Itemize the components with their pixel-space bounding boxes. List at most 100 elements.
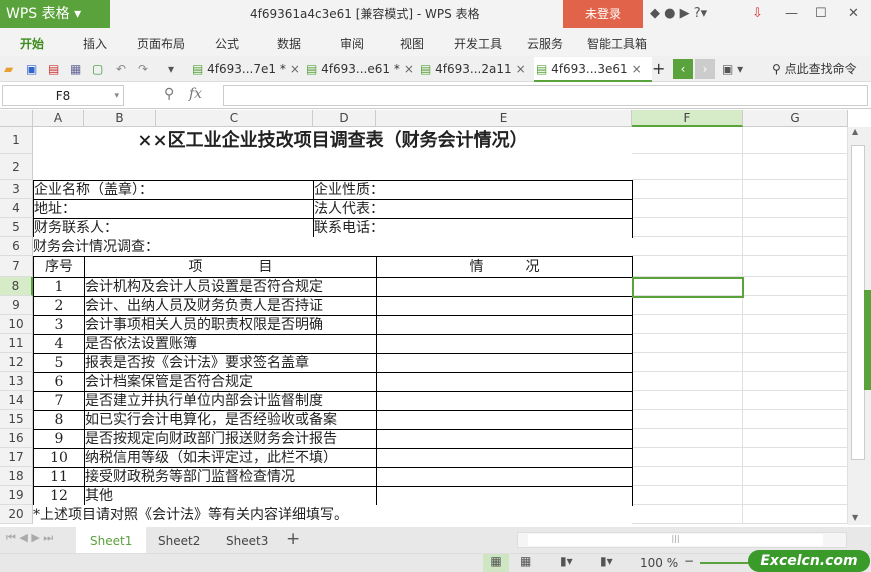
select-all-corner[interactable]	[0, 110, 33, 127]
row-header-6[interactable]: 6	[0, 237, 33, 256]
row-header-16[interactable]: 16	[0, 429, 33, 448]
menu-5[interactable]: 审阅	[340, 28, 364, 56]
header-no[interactable]: 序号	[33, 256, 85, 278]
column-header-C[interactable]: C	[156, 110, 313, 127]
item-text[interactable]: 是否依法设置账簿	[84, 334, 377, 354]
close-button[interactable]: ✕	[848, 0, 859, 28]
item-no[interactable]: 8	[33, 410, 85, 430]
item-status[interactable]	[376, 277, 633, 297]
row-header-3[interactable]: 3	[0, 180, 33, 199]
row-header-12[interactable]: 12	[0, 353, 33, 372]
fx-icon[interactable]: fx	[189, 86, 202, 102]
row-header-17[interactable]: 17	[0, 448, 33, 467]
row-header-11[interactable]: 11	[0, 334, 33, 353]
row-header-8[interactable]: 8	[0, 277, 33, 296]
item-no[interactable]: 5	[33, 353, 85, 373]
menu-2[interactable]: 页面布局	[137, 28, 185, 56]
menu-8[interactable]: 云服务	[527, 28, 563, 56]
item-text[interactable]: 接受财政税务等部门监督检查情况	[84, 467, 377, 487]
doc-tab[interactable]: ▤ 4f693...3e61 ×	[534, 57, 652, 82]
item-status[interactable]	[376, 429, 633, 449]
login-button[interactable]: 未登录	[563, 0, 643, 28]
field-address[interactable]: 地址：	[33, 199, 314, 219]
item-status[interactable]	[376, 372, 633, 392]
row-header-20[interactable]: 20	[0, 505, 33, 524]
row-header-4[interactable]: 4	[0, 199, 33, 218]
more-dropdown-icon[interactable]: ▾	[168, 58, 174, 80]
item-status[interactable]	[376, 334, 633, 354]
menu-6[interactable]: 视图	[400, 28, 424, 56]
field-contact[interactable]: 财务联系人：	[33, 218, 314, 238]
formula-input[interactable]	[223, 85, 868, 106]
item-status[interactable]	[376, 448, 633, 468]
column-header-B[interactable]: B	[84, 110, 156, 127]
redo-icon[interactable]: ↷	[138, 58, 148, 80]
doc-tab[interactable]: ▤ 4f693...7e1 * ×	[190, 57, 302, 82]
menu-3[interactable]: 公式	[215, 28, 239, 56]
close-tab-icon[interactable]: ×	[516, 62, 526, 76]
item-text[interactable]: 会计机构及会计人员设置是否符合规定	[84, 277, 377, 297]
item-no[interactable]: 7	[33, 391, 85, 411]
item-no[interactable]: 6	[33, 372, 85, 392]
eye-protect-icon[interactable]: ▮▾	[600, 554, 613, 568]
page-break-view-icon[interactable]: ▦	[520, 554, 531, 568]
item-text[interactable]: 会计档案保管是否符合规定	[84, 372, 377, 392]
item-text[interactable]: 如已实行会计电算化，是否经验收或备案	[84, 410, 377, 430]
scroll-down-icon[interactable]: ▼	[852, 513, 858, 522]
zoom-slider[interactable]	[700, 562, 750, 564]
sheet-nav-icons[interactable]: ⏮ ◀ ▶ ⏭	[6, 531, 53, 545]
row-header-1[interactable]: 1	[0, 127, 33, 154]
header-status[interactable]: 情 况	[376, 256, 633, 278]
close-tab-icon[interactable]: ×	[290, 62, 300, 76]
close-tab-icon[interactable]: ×	[404, 62, 414, 76]
zoom-level[interactable]: 100 %	[640, 556, 678, 570]
add-sheet-button[interactable]: +	[286, 529, 300, 549]
horizontal-scrollbar[interactable]: |||	[517, 532, 847, 548]
print-preview-icon[interactable]: ▢	[92, 58, 103, 80]
wps-app-menu[interactable]: WPS 表格 ▾	[0, 0, 110, 28]
item-text[interactable]: 是否按规定向财政部门报送财务会计报告	[84, 429, 377, 449]
empty-row[interactable]	[33, 154, 632, 180]
normal-view-icon[interactable]: ▦	[483, 554, 509, 572]
download-icon[interactable]: ⇩	[752, 0, 763, 28]
column-header-D[interactable]: D	[313, 110, 376, 127]
item-text[interactable]: 报表是否按《会计法》要求签名盖章	[84, 353, 377, 373]
new-tab-button[interactable]: +	[652, 58, 665, 80]
zoom-out-button[interactable]: −	[684, 554, 694, 568]
item-no[interactable]: 3	[33, 315, 85, 335]
item-status[interactable]	[376, 486, 633, 506]
survey-label[interactable]: 财务会计情况调查：	[33, 237, 632, 256]
minimize-button[interactable]: —	[785, 0, 798, 28]
export-pdf-icon[interactable]: ▤	[48, 58, 59, 80]
sheet-tab-Sheet1[interactable]: Sheet1	[76, 527, 147, 553]
item-text[interactable]: 是否建立并执行单位内部会计监督制度	[84, 391, 377, 411]
row-header-2[interactable]: 2	[0, 154, 33, 180]
item-status[interactable]	[376, 296, 633, 316]
sheet-tab-Sheet2[interactable]: Sheet2	[144, 527, 214, 553]
item-no[interactable]: 4	[33, 334, 85, 354]
close-tab-icon[interactable]: ×	[632, 62, 642, 76]
item-no[interactable]: 12	[33, 486, 85, 506]
save-icon[interactable]: ▣	[26, 58, 37, 80]
item-text[interactable]: 会计事项相关人员的职责权限是否明确	[84, 315, 377, 335]
menu-4[interactable]: 数据	[277, 28, 301, 56]
horizontal-scroll-thumb[interactable]: |||	[528, 534, 823, 546]
row-header-15[interactable]: 15	[0, 410, 33, 429]
item-no[interactable]: 11	[33, 467, 85, 487]
item-status[interactable]	[376, 410, 633, 430]
item-no[interactable]: 1	[33, 277, 85, 297]
command-search[interactable]: ⚲ 点此查找命令	[772, 58, 857, 80]
column-header-F[interactable]: F	[632, 110, 743, 127]
item-status[interactable]	[376, 315, 633, 335]
column-header-A[interactable]: A	[33, 110, 84, 127]
zoom-formula-icon[interactable]: ⚲	[164, 86, 174, 102]
scroll-up-icon[interactable]: ▲	[852, 127, 858, 136]
column-header-E[interactable]: E	[376, 110, 632, 127]
field-phone[interactable]: 联系电话：	[313, 218, 633, 238]
row-header-5[interactable]: 5	[0, 218, 33, 237]
tab-next-button[interactable]: ›	[695, 59, 715, 79]
side-panel-toggle[interactable]	[864, 290, 871, 390]
field-legal_rep[interactable]: 法人代表：	[313, 199, 633, 219]
skin-icon[interactable]: ◆ ● ▶ ?▾	[650, 0, 707, 28]
row-header-18[interactable]: 18	[0, 467, 33, 486]
